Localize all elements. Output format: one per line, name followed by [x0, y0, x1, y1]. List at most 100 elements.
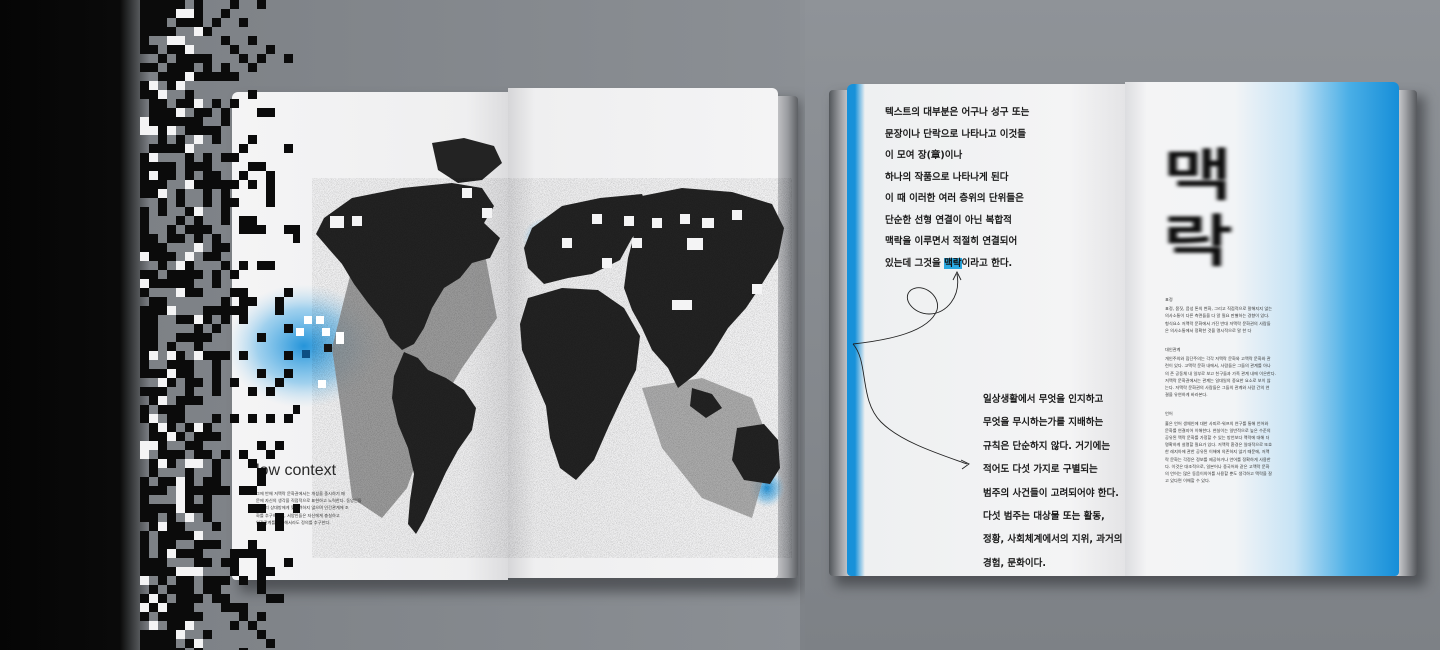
- pixel-block: [185, 333, 194, 342]
- pixel-block: [149, 252, 158, 261]
- pixel-block: [167, 0, 176, 9]
- pixel-block: [149, 306, 158, 315]
- pixel-block: [239, 486, 248, 495]
- pixel-block: [158, 549, 167, 558]
- pixel-block: [176, 135, 185, 144]
- pixel-block: [158, 378, 167, 387]
- pixel-block: [140, 171, 149, 180]
- pixel-block: [194, 423, 203, 432]
- pixel-block: [194, 162, 203, 171]
- pixel-block: [176, 477, 185, 486]
- pixel-block: [149, 108, 158, 117]
- pixel-block: [176, 117, 185, 126]
- right-book-panel: 텍스트의 대부분은 어구나 성구 또는 문장이나 단락으로 나타나고 이것들 이…: [805, 0, 1440, 650]
- pixel-block: [239, 288, 248, 297]
- pixel-block: [140, 0, 149, 9]
- pixel-block: [176, 54, 185, 63]
- text-line: 일상생활에서 무엇을 인지하고: [983, 394, 1104, 405]
- pixel-block: [176, 216, 185, 225]
- pixel-block: [149, 297, 158, 306]
- pixel-block: [140, 351, 149, 360]
- text-line: 범주의 사건들이 고려되어야 한다.: [983, 487, 1119, 499]
- pixel-block: [167, 603, 176, 612]
- pixel-block: [221, 9, 230, 18]
- pixel-block: [257, 369, 266, 378]
- title-char: 맥: [1163, 144, 1236, 209]
- pixel-block: [185, 126, 194, 135]
- pixel-block: [239, 576, 248, 585]
- pixel-block: [266, 171, 275, 180]
- pixel-block: [158, 27, 167, 36]
- pixel-block: [194, 216, 203, 225]
- title-char: 락: [1163, 210, 1236, 275]
- pixel-block: [158, 459, 167, 468]
- section-body: 개인주의와 집단주의는 각각 저맥락 문화와 고맥락 문화와 관 련이 있다. …: [1165, 355, 1295, 398]
- pixel-block: [185, 369, 194, 378]
- pixel-block: [176, 603, 185, 612]
- pixel-block: [194, 0, 203, 9]
- sections-text: 표정 표정, 몸짓, 음성 톤의 변화, 그리고 직접적으로 말해지지 않는 의…: [1165, 296, 1295, 486]
- pixel-block: [194, 567, 203, 576]
- pixel-block: [212, 18, 221, 27]
- pixel-block: [284, 144, 293, 153]
- pixel-block: [158, 567, 167, 576]
- pixel-block: [266, 189, 275, 198]
- pixel-block: [248, 540, 257, 549]
- text-line: 정황, 사회체계에서의 지위, 과거의: [983, 534, 1123, 546]
- pixel-block: [158, 279, 167, 288]
- pixel-block: [194, 99, 203, 108]
- pixel-block: [230, 198, 239, 207]
- pixel-block: [185, 9, 194, 18]
- pixel-block: [185, 477, 194, 486]
- pixel-block: [248, 180, 257, 189]
- pixel-block: [158, 531, 167, 540]
- pixel-block: [194, 459, 203, 468]
- pixel-block: [203, 486, 212, 495]
- pixel-block: [149, 396, 158, 405]
- pixel-block: [203, 54, 212, 63]
- pixel-block: [149, 468, 158, 477]
- pixel-block: [203, 153, 212, 162]
- pixel-block: [167, 279, 176, 288]
- pixel-block: [140, 477, 149, 486]
- section-line: 는다. 저맥락 문화권의 사람들은 그들의 관계와 사람 간의 연: [1165, 385, 1270, 391]
- pixel-block: [185, 288, 194, 297]
- pixel-block: [185, 459, 194, 468]
- pixel-block: [257, 225, 266, 234]
- pixel-block: [140, 162, 149, 171]
- pixel-block: [140, 333, 149, 342]
- pixel-block: [212, 387, 221, 396]
- pixel-block: [239, 603, 248, 612]
- pixel-block: [221, 198, 230, 207]
- pixel-block: [239, 54, 248, 63]
- pixel-block: [140, 243, 149, 252]
- pixel-block: [158, 135, 167, 144]
- pixel-block: [140, 18, 149, 27]
- pixel-block: [158, 369, 167, 378]
- pixel-block: [257, 558, 266, 567]
- pixel-block: [230, 288, 239, 297]
- pixel-block: [149, 639, 158, 648]
- pixel-block: [212, 477, 221, 486]
- pixel-block: [221, 450, 230, 459]
- pixel-block: [212, 486, 221, 495]
- pixel-block: [185, 45, 194, 54]
- pixel-block: [221, 189, 230, 198]
- arrowhead-bottom: [960, 459, 970, 470]
- pixel-block: [149, 387, 158, 396]
- pixel-block: [158, 72, 167, 81]
- pixel-block: [194, 234, 203, 243]
- pixel-block: [257, 261, 266, 270]
- pixel-block: [248, 135, 257, 144]
- pixel-block: [257, 441, 266, 450]
- pixel-block: [140, 324, 149, 333]
- pixel-block: [158, 612, 167, 621]
- pixel-block: [167, 405, 176, 414]
- pixel-block: [221, 180, 230, 189]
- pixel-block: [194, 450, 203, 459]
- section-line: 홀은 언어 생체인에 대한 사피르-워프의 연구를 통해 언어와: [1165, 420, 1269, 426]
- pixel-block: [167, 612, 176, 621]
- pixel-block: [185, 495, 194, 504]
- pixel-block: [158, 18, 167, 27]
- pixel-block: [275, 306, 284, 315]
